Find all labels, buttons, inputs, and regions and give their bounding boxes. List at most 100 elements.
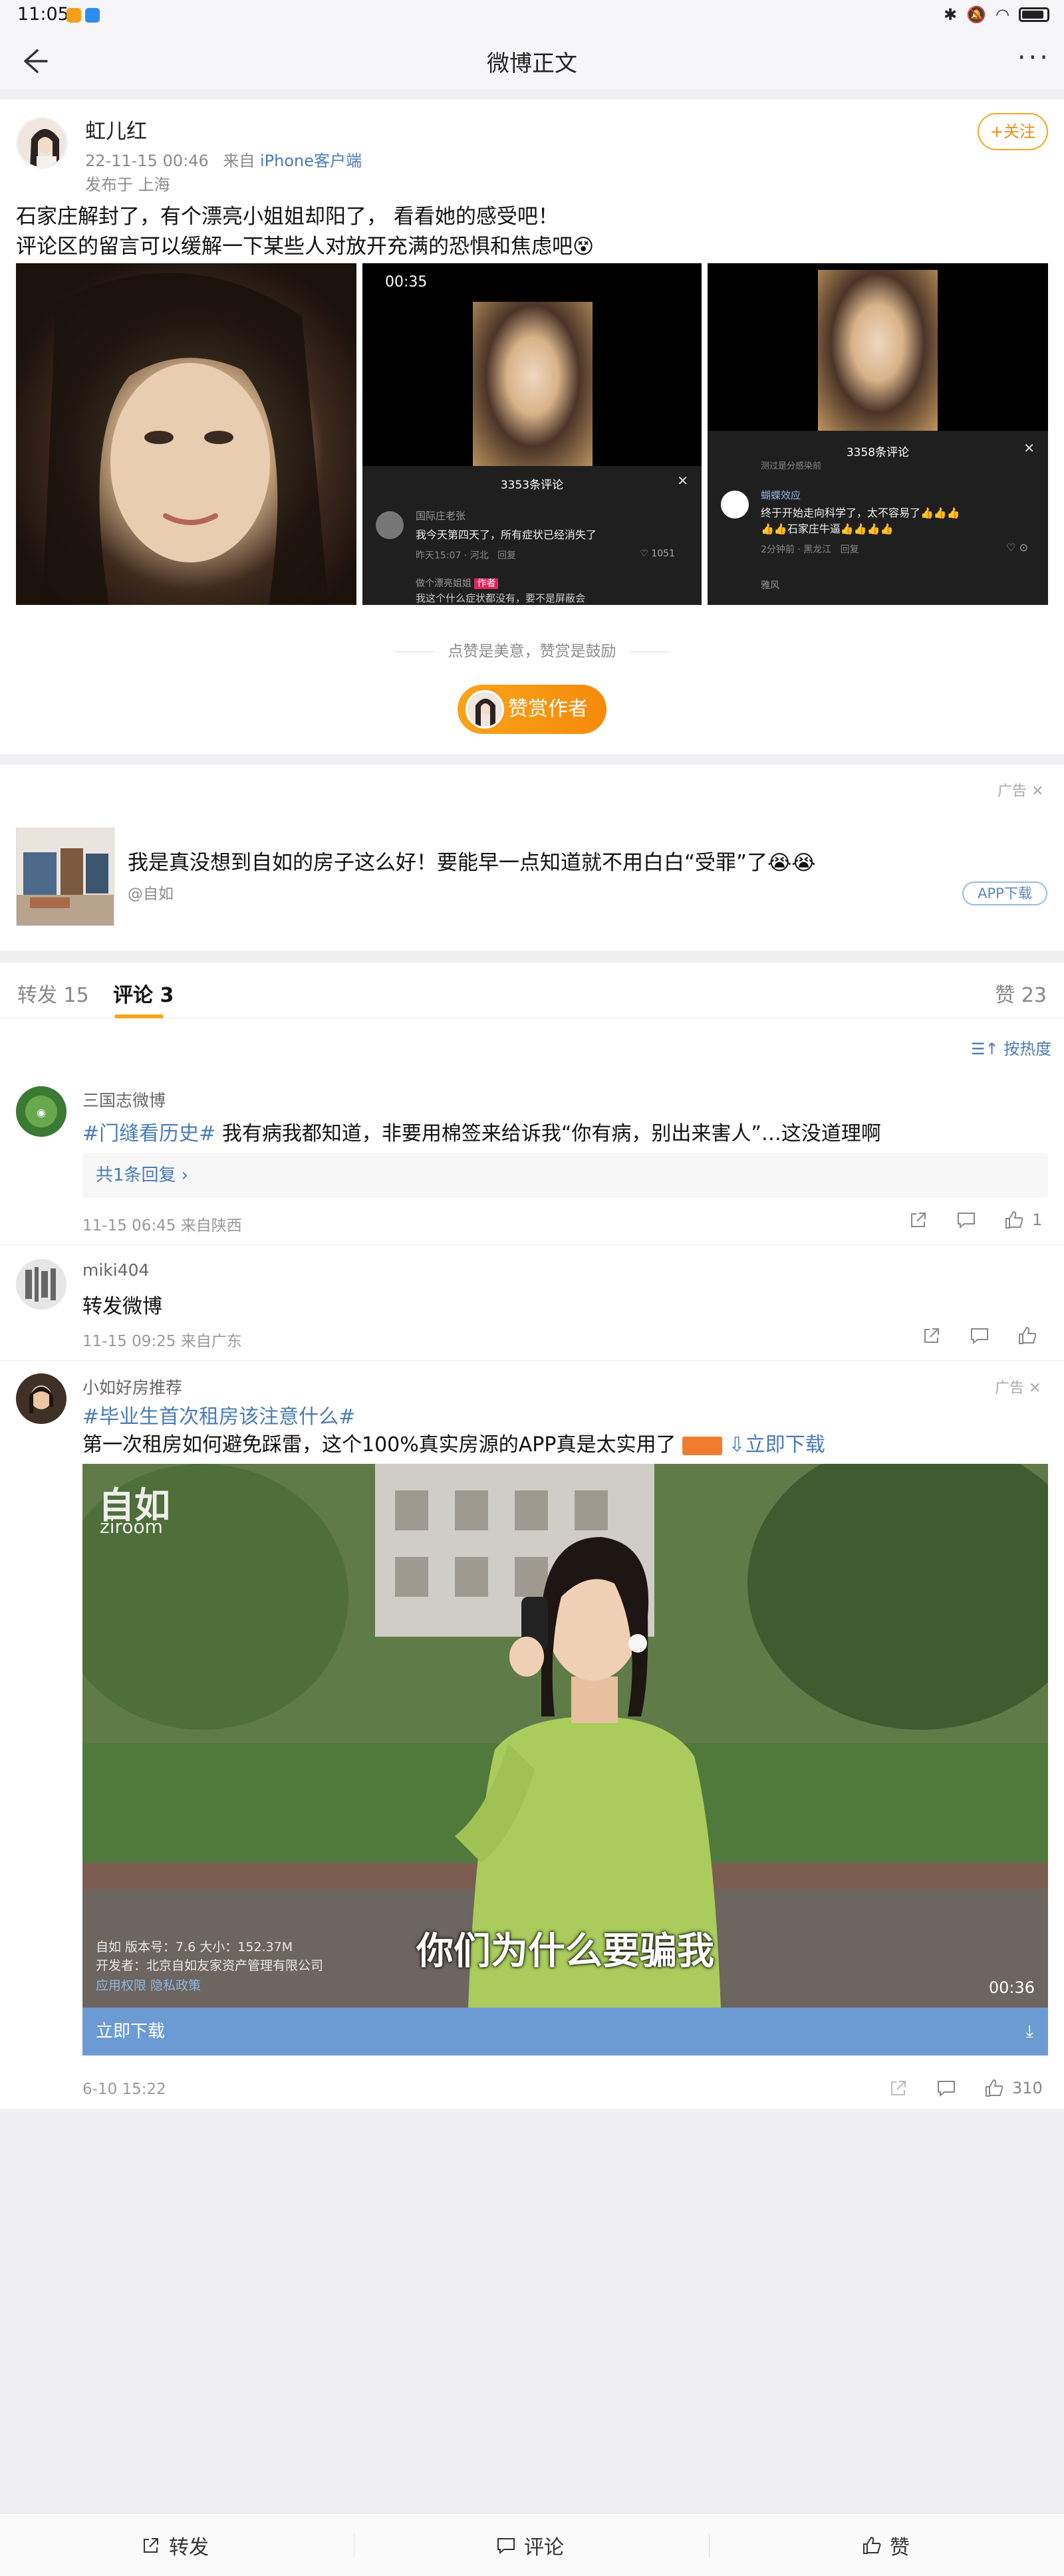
ad-account[interactable]: @自如: [128, 881, 174, 903]
ad-text[interactable]: 我是真没想到自如的房子这么好！要能早一点知道就不用白白“受罪”了😭😭: [128, 846, 816, 876]
hashtag-link[interactable]: #门缝看历史#: [82, 1122, 215, 1145]
commenter-avatar[interactable]: [16, 1373, 66, 1424]
truncated-text: 测过是分感染前: [761, 461, 822, 471]
repost-button[interactable]: 转发: [140, 2531, 209, 2560]
post-meta: 22-11-15 00:46 来自 iPhone客户端: [85, 148, 362, 171]
message-notification-icon: [85, 8, 100, 23]
comment-icon[interactable]: [935, 2077, 958, 2099]
post-image-2[interactable]: 00:35 3353条评论 ✕ 国际庄老张 我今天第四天了，所有症状已经消失了 …: [362, 263, 702, 605]
commenter-name[interactable]: 小如好房推荐: [82, 1375, 182, 1399]
commenter-avatar: [721, 491, 749, 519]
app-permissions-links[interactable]: 应用权限 隐私政策: [96, 1976, 201, 1994]
tab-like[interactable]: 赞 23: [995, 979, 1047, 1008]
post-image-1[interactable]: [16, 263, 356, 605]
download-bar-label: 立即下载: [96, 2022, 166, 2042]
comment-text: 👍👍石家庄牛逼👍👍👍👍: [761, 523, 894, 535]
app-download-button[interactable]: APP下载: [962, 881, 1047, 905]
post-text-line: 评论区的留言可以缓解一下某些人对放开充满的恐惧和焦虑吧😵: [16, 235, 595, 259]
more-options-icon[interactable]: ···: [1017, 43, 1051, 73]
share-icon: [140, 2534, 162, 2557]
like-icon: ♡ ⊙: [1006, 541, 1028, 554]
svg-text:◉: ◉: [37, 1108, 46, 1119]
post-text: 石家庄解封了，有个漂亮小姐姐却阳了， 看看她的感受吧！ 评论区的留言可以缓解一下…: [16, 202, 1047, 262]
comment-meta: 11-15 09:25 来自广东: [82, 1333, 242, 1350]
download-now-bar[interactable]: 立即下载 ⤓: [82, 2008, 1048, 2055]
video-thumbnail: [473, 302, 593, 467]
divider: [709, 2533, 710, 2557]
mute-icon: 🔕: [966, 5, 987, 24]
comment-time: 昨天15:07 · 河北: [416, 550, 489, 561]
download-link[interactable]: ⇩立即下载: [729, 1433, 825, 1457]
comment-meta: 2分钟前 · 黑龙江 回复: [761, 542, 859, 556]
commenter-avatar[interactable]: ◉: [16, 1086, 66, 1137]
post-source[interactable]: iPhone客户端: [260, 152, 362, 170]
commenter-name[interactable]: miki404: [82, 1260, 149, 1280]
repost-label: 转发: [169, 2536, 209, 2559]
share-icon[interactable]: [907, 1209, 930, 1231]
comment-text: 第一次租房如何避免踩雷，这个100%真实房源的APP真是太实用了 ⇩立即下载: [82, 1428, 825, 1457]
status-notification-icons: [66, 8, 100, 23]
screenshot-time: 00:35: [385, 274, 428, 291]
comment-actions: 310: [887, 2077, 1043, 2099]
post-date: 22-11-15 00:46: [85, 152, 209, 170]
follow-button[interactable]: +关注: [978, 113, 1048, 150]
ad-video[interactable]: 自如 ziroom 你们为什么要骗我 自如 版本号：7.6 大小：152.37M…: [82, 1464, 1048, 2008]
divider: [0, 1244, 1064, 1245]
tab-comment[interactable]: 评论 3: [113, 979, 174, 1008]
status-bar: 11:05 ✱ 🔕 ◠: [0, 0, 1064, 32]
comment-text: 转发微博: [82, 1295, 162, 1318]
replies-link[interactable]: 共1条回复 ›: [82, 1153, 1048, 1198]
tab-repost[interactable]: 转发 15: [17, 979, 89, 1008]
video-thumbnail: [818, 270, 938, 432]
bluetooth-icon: ✱: [944, 5, 958, 24]
praise-hint: 点赞是美意，赞赏是鼓励: [0, 638, 1064, 661]
comment-icon[interactable]: [955, 1209, 978, 1231]
like-icon[interactable]: [1016, 1324, 1039, 1347]
close-icon[interactable]: ✕: [1029, 1380, 1041, 1397]
share-icon[interactable]: [887, 2077, 910, 2099]
ad-label[interactable]: 广告 ✕: [995, 1376, 1041, 1397]
comment-icon: [495, 2534, 517, 2557]
status-system-icons: ✱ 🔕 ◠: [944, 5, 1049, 24]
comment-meta: 昨天15:07 · 河北 回复: [416, 548, 516, 562]
close-icon[interactable]: ✕: [1031, 783, 1043, 800]
comment-count: 3353条评论: [500, 479, 564, 492]
post-image-3[interactable]: 3358条评论 ✕ 测过是分感染前 蝴蝶效应 终于开始走向科学了，太不容易了👍👍…: [708, 263, 1048, 605]
divider: [629, 651, 670, 652]
comment-icon[interactable]: [968, 1324, 991, 1347]
like-button[interactable]: 赞: [861, 2531, 910, 2560]
sort-icon: ☰↑: [971, 1040, 999, 1058]
hashtag-link[interactable]: #毕业生首次租房该注意什么#: [82, 1400, 355, 1429]
hashtag-text: #毕业生首次租房该注意什么#: [82, 1405, 356, 1429]
comment-actions: [920, 1324, 1039, 1347]
comment-button[interactable]: 评论: [495, 2531, 564, 2560]
bottom-action-bar: 转发 评论 赞: [0, 2513, 1064, 2576]
ad-image[interactable]: [16, 828, 114, 926]
commenter-avatar[interactable]: [16, 1259, 66, 1310]
comment-text: 终于开始走向科学了，太不容易了👍👍👍: [761, 507, 960, 519]
comment-sheet: 3358条评论 ✕ 测过是分感染前 蝴蝶效应 终于开始走向科学了，太不容易了👍👍…: [708, 431, 1048, 605]
commenter-name[interactable]: 三国志微博: [82, 1088, 166, 1112]
app-info: 自如 版本号：7.6 大小：152.37M: [96, 1940, 293, 1954]
post-text-line: 石家庄解封了，有个漂亮小姐姐却阳了， 看看她的感受吧！: [16, 205, 559, 229]
author-name[interactable]: 虹儿红: [85, 114, 147, 144]
page-title: 微博正文: [487, 51, 577, 77]
ad-tag-text: 广告: [998, 783, 1027, 800]
comment-body: 第一次租房如何避免踩雷，这个100%真实房源的APP真是太实用了: [82, 1433, 676, 1457]
post-location: 发布于 上海: [85, 176, 170, 194]
ad-label[interactable]: 广告 ✕: [998, 779, 1043, 800]
sort-by-hot[interactable]: ☰↑ 按热度: [971, 1036, 1051, 1059]
like-icon[interactable]: [1003, 1209, 1025, 1231]
reply-link: 回复: [497, 550, 517, 561]
author-tag: 作者: [474, 578, 499, 589]
download-icon: ⤓: [1025, 2022, 1034, 2042]
commenter-name: 蝴蝶效应: [761, 489, 801, 501]
like-icon[interactable]: [983, 2077, 1005, 2099]
author-avatar[interactable]: [16, 117, 68, 169]
ziroom-logo-sub: ziroom: [100, 1516, 163, 1538]
emoji-icon: [682, 1436, 723, 1455]
share-icon[interactable]: [920, 1324, 943, 1347]
next-comment: 做个漂亮姐姐 作者: [416, 576, 499, 590]
commenter-name: 国际庄老张: [416, 510, 466, 522]
app-developer: 开发者：北京自如友家资产管理有限公司: [96, 1958, 324, 1973]
